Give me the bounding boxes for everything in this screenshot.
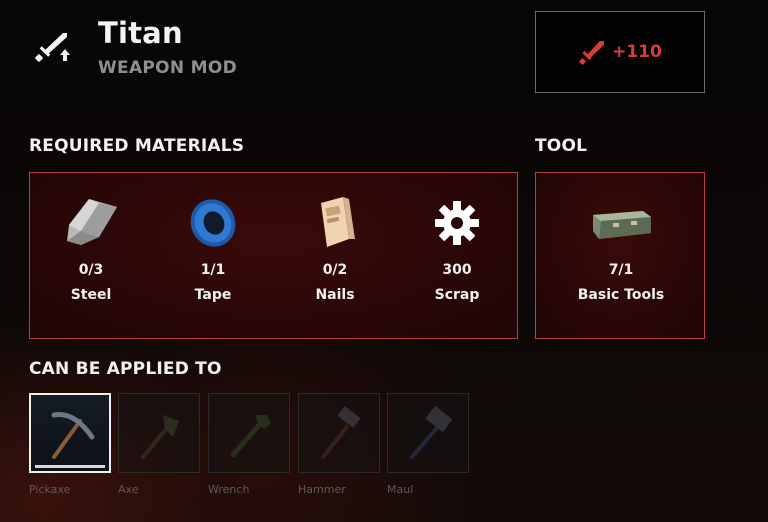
- mod-type-label: WEAPON MOD: [98, 58, 238, 78]
- damage-stat-value: +110: [612, 42, 662, 62]
- applied-label-pickaxe: Pickaxe: [29, 483, 71, 496]
- applied-label-axe: Axe: [118, 483, 139, 496]
- selected-indicator: [35, 465, 105, 468]
- required-materials-panel: 0/3 Steel 1/1 Tape 0/2 Nails 300 Scrap: [29, 172, 518, 339]
- damage-stat-box: +110: [535, 11, 705, 93]
- tape-roll-icon: [181, 191, 245, 255]
- material-steel[interactable]: 0/3 Steel: [30, 173, 152, 340]
- tool-name: Basic Tools: [577, 287, 665, 303]
- applied-slot-axe[interactable]: [118, 393, 200, 473]
- wrench-icon: [230, 415, 271, 458]
- material-tape[interactable]: 1/1 Tape: [152, 173, 274, 340]
- material-name: Scrap: [434, 287, 480, 303]
- material-count: 300: [442, 262, 472, 278]
- maul-icon: [410, 405, 453, 459]
- toolbox-icon: [589, 191, 653, 255]
- material-nails[interactable]: 0/2 Nails: [274, 173, 396, 340]
- material-scrap[interactable]: 300 Scrap: [396, 173, 518, 340]
- sword-upgrade-icon: [33, 30, 73, 66]
- applied-slot-pickaxe[interactable]: [29, 393, 111, 473]
- material-name: Nails: [315, 287, 355, 303]
- tool-count: 7/1: [608, 262, 634, 278]
- applied-slot-maul[interactable]: [387, 393, 469, 473]
- steel-sheet-icon: [59, 191, 123, 255]
- nails-box-icon: [303, 191, 367, 255]
- hammer-icon: [321, 406, 361, 459]
- applied-slot-wrench[interactable]: [208, 393, 290, 473]
- red-sword-icon: [579, 41, 605, 66]
- mod-title: Titan: [98, 16, 183, 50]
- tool-heading: TOOL: [535, 136, 588, 156]
- material-count: 0/3: [78, 262, 104, 278]
- material-name: Tape: [194, 287, 232, 303]
- required-materials-heading: REQUIRED MATERIALS: [29, 136, 245, 156]
- applied-label-hammer: Hammer: [298, 483, 346, 496]
- can-be-applied-to-heading: CAN BE APPLIED TO: [29, 359, 222, 379]
- material-count: 1/1: [200, 262, 226, 278]
- axe-icon: [141, 415, 179, 459]
- applied-slot-hammer[interactable]: [298, 393, 380, 473]
- scrap-gear-icon: [425, 191, 489, 255]
- tool-panel: 7/1 Basic Tools: [535, 172, 705, 339]
- applied-label-wrench: Wrench: [208, 483, 250, 496]
- tool-basic-tools[interactable]: 7/1 Basic Tools: [560, 173, 682, 340]
- material-name: Steel: [70, 287, 112, 303]
- pickaxe-icon: [51, 411, 95, 459]
- material-count: 0/2: [322, 262, 348, 278]
- applied-label-maul: Maul: [387, 483, 414, 496]
